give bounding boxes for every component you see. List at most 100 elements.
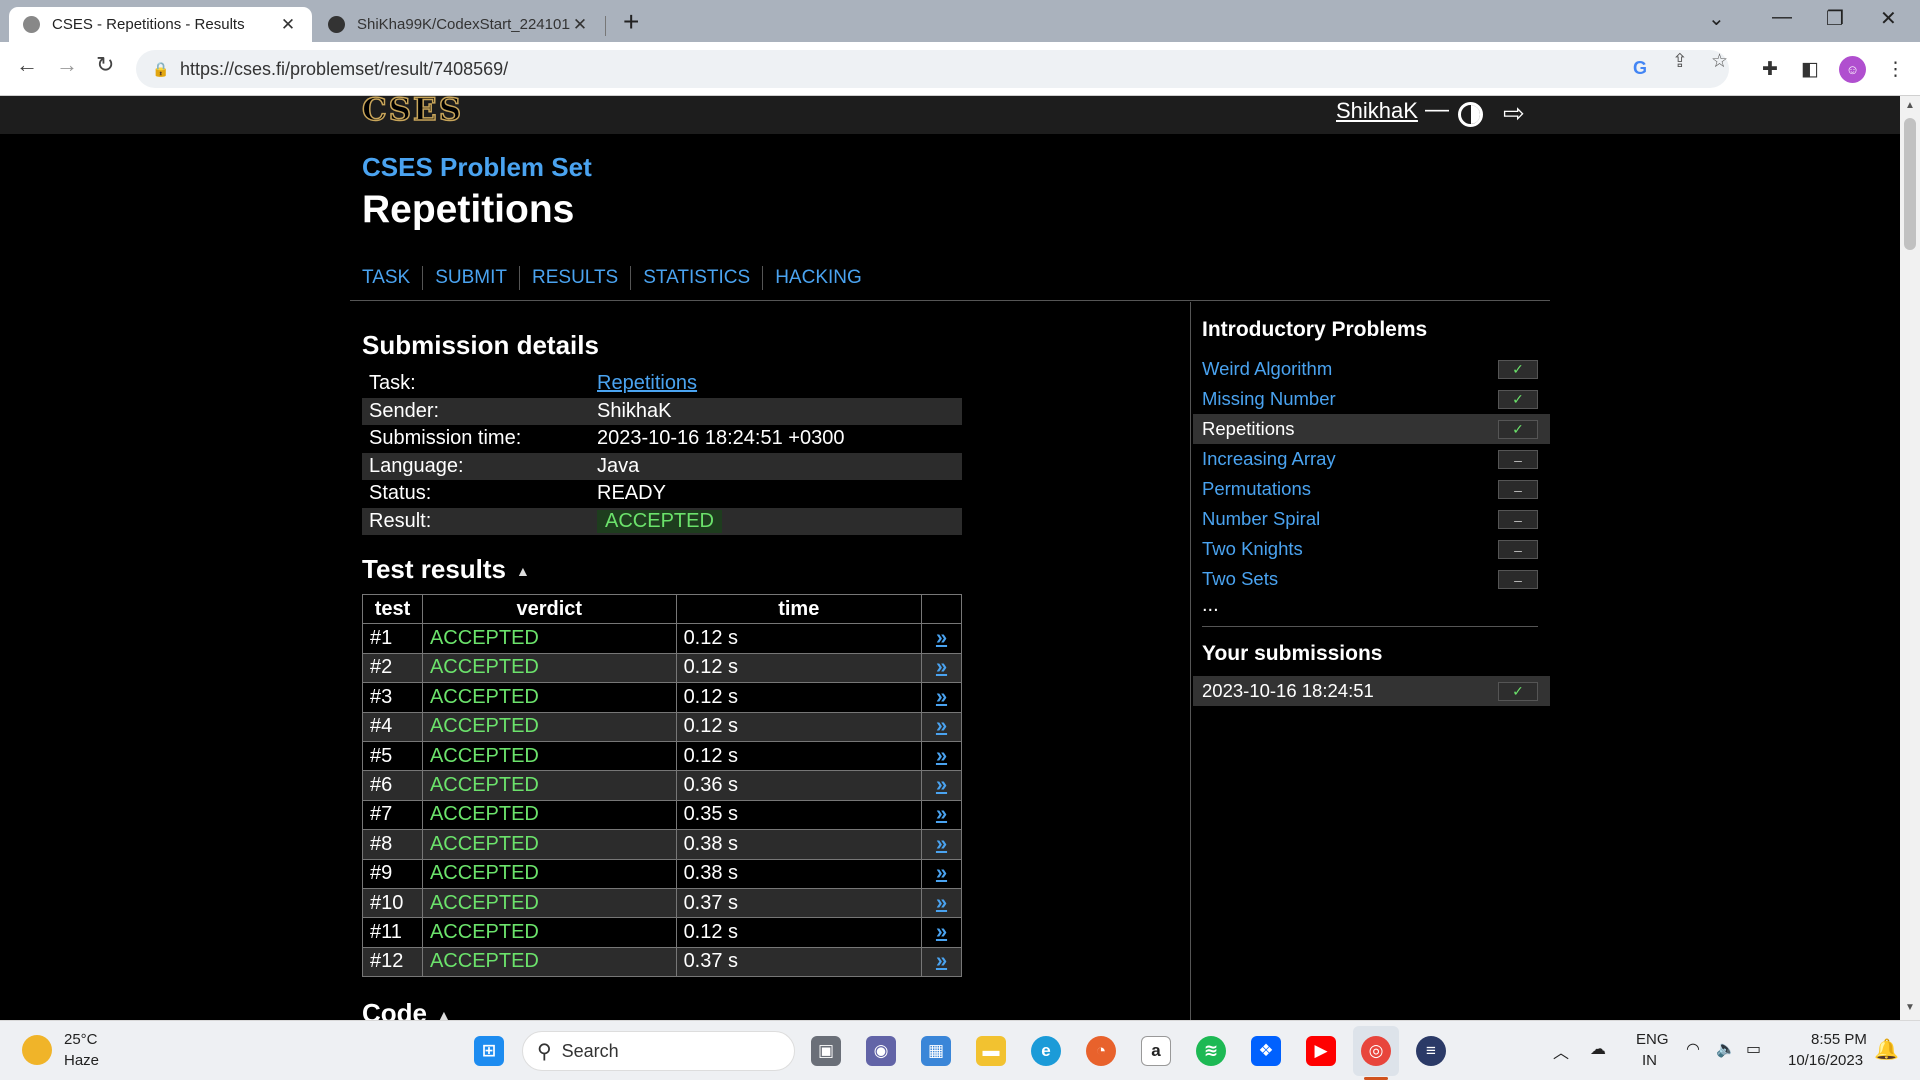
weather-description[interactable]: Haze [64,1052,99,1069]
battery-icon[interactable]: ▭ [1746,1039,1761,1059]
sidebar-divider-line [1202,626,1538,627]
close-window-button[interactable]: ✕ [1880,6,1897,31]
collapse-caret-icon[interactable]: ▲ [516,563,530,579]
share-icon[interactable]: ⇪ [1672,50,1688,73]
nav-submit[interactable]: SUBMIT [423,266,520,290]
dropbox-icon[interactable]: ❖ [1251,1036,1281,1066]
bookmark-star-icon[interactable]: ☆ [1711,50,1728,73]
scrollbar-thumb[interactable] [1904,118,1916,250]
youtube-icon[interactable]: ▶ [1306,1036,1336,1066]
new-tab-button[interactable]: + [623,6,639,38]
site-title[interactable]: CSES Problem Set [362,152,592,183]
test-verdict: ACCEPTED [421,946,677,978]
sidebar-problem-item[interactable]: Increasing Array – [1193,444,1550,474]
task-link[interactable]: Repetitions [597,372,697,394]
view-test-button[interactable]: » [921,740,962,772]
tab-cses-results[interactable]: CSES - Repetitions - Results ✕ [9,7,312,42]
test-verdict: ACCEPTED [421,917,677,948]
table-row: #5 ACCEPTED 0.12 s» [362,740,962,772]
sidebar-problem-item[interactable]: Missing Number ✓ [1193,384,1550,414]
microsoft-store-icon[interactable]: ▦ [921,1036,951,1066]
chrome-icon[interactable]: ◎ [1361,1036,1391,1066]
weather-temperature[interactable]: 25°C [64,1031,98,1048]
amazon-icon[interactable]: a [1141,1036,1171,1066]
check-icon: ✓ [1498,360,1538,379]
scroll-up-icon[interactable]: ▲ [1905,100,1915,111]
code-heading[interactable]: Code ▲ [362,998,451,1020]
user-link[interactable]: ShikhaK [1336,98,1418,124]
cses-logo[interactable]: CSES [361,96,463,129]
view-test-button[interactable]: » [921,682,962,713]
firefox-icon[interactable]: ◔ [1086,1036,1116,1066]
nav-hacking[interactable]: HACKING [763,266,874,290]
sidebar-problem-item[interactable]: Number Spiral – [1193,504,1550,534]
clock-date[interactable]: 10/16/2023 [1788,1052,1863,1069]
volume-icon[interactable]: 🔈 [1716,1039,1736,1059]
tab-close-icon[interactable]: ✕ [570,15,590,35]
reload-icon[interactable]: ↻ [96,52,114,78]
view-test-button[interactable]: » [921,946,962,978]
show-hidden-icons-chevron-icon[interactable]: ︿ [1553,1039,1569,1063]
test-results-heading[interactable]: Test results ▲ [362,554,530,585]
language-region[interactable]: IN [1642,1052,1657,1069]
edge-browser-icon[interactable]: e [1031,1036,1061,1066]
eclipse-icon[interactable]: ≡ [1416,1036,1446,1066]
page-scrollbar[interactable]: ▲ ▼ [1900,96,1920,1020]
taskbar-search[interactable]: ⚲ Search [522,1031,795,1071]
task-view-icon[interactable]: ▣ [811,1036,841,1066]
extensions-puzzle-icon[interactable]: ✚ [1762,58,1778,81]
restore-button[interactable]: ❐ [1826,6,1844,31]
view-test-button[interactable]: » [921,770,962,801]
tab-close-icon[interactable]: ✕ [278,15,298,35]
sidebar-problem-item[interactable]: Two Sets – [1193,564,1550,594]
table-row: #11 ACCEPTED 0.12 s» [362,917,962,948]
address-bar[interactable]: 🔒 https://cses.fi/problemset/result/7408… [136,50,1729,88]
weather-haze-icon[interactable] [22,1035,52,1065]
scroll-down-icon[interactable]: ▼ [1905,1002,1915,1013]
detail-row: Submission time: 2023-10-16 18:24:51 +03… [362,425,962,453]
language-indicator[interactable]: ENG [1636,1031,1669,1048]
forward-arrow-icon[interactable]: → [56,52,78,78]
view-test-button[interactable]: » [921,623,962,654]
back-arrow-icon[interactable]: ← [16,52,38,78]
clock-time[interactable]: 8:55 PM [1811,1031,1867,1048]
profile-avatar[interactable]: ☺ [1839,56,1866,83]
lock-icon: 🔒 [152,60,170,77]
collapse-caret-icon[interactable]: ▲ [437,1007,451,1020]
view-test-button[interactable]: » [921,711,962,742]
wifi-icon[interactable]: ◠ [1686,1039,1700,1059]
teams-chat-icon[interactable]: ◉ [866,1036,896,1066]
view-test-button[interactable]: » [921,887,962,919]
table-row: #2 ACCEPTED 0.12 s» [362,652,962,684]
nav-results[interactable]: RESULTS [520,266,632,290]
nav-statistics[interactable]: STATISTICS [631,266,764,290]
file-explorer-icon[interactable]: ▬ [976,1036,1006,1066]
sidebar-problem-item[interactable]: Repetitions ✓ [1193,414,1550,444]
view-test-button[interactable]: » [921,829,962,860]
view-test-button[interactable]: » [921,652,962,684]
sidebar-problem-item[interactable]: Two Knights – [1193,534,1550,564]
view-test-button[interactable]: » [921,799,962,831]
test-number: #12 [362,946,423,978]
logout-icon[interactable]: ⇨ [1503,98,1525,129]
side-panel-icon[interactable]: ◧ [1801,58,1819,81]
test-number: #5 [362,740,423,772]
start-windows-icon[interactable]: ⊞ [474,1036,504,1066]
google-lens-icon[interactable]: G [1633,58,1647,79]
tab-github[interactable]: ShiKha99K/CodexStart_2241011… ✕ [314,7,604,42]
spotify-icon[interactable]: ≋ [1196,1036,1226,1066]
dark-mode-toggle-icon[interactable] [1458,102,1483,127]
tab-search-dropdown-icon[interactable]: ⌄ [1708,6,1725,31]
browser-menu-icon[interactable]: ⋮ [1886,58,1905,81]
view-test-button[interactable]: » [921,858,962,889]
sidebar-problem-item[interactable]: Permutations – [1193,474,1550,504]
notification-bell-icon[interactable]: 🔔 [1874,1037,1899,1062]
onedrive-icon[interactable]: ☁ [1590,1039,1606,1059]
check-icon: ✓ [1498,420,1538,439]
more-problems-link[interactable]: ... [1202,594,1219,617]
sidebar-problem-item[interactable]: Weird Algorithm ✓ [1193,354,1550,384]
view-test-button[interactable]: » [921,917,962,948]
minimize-button[interactable]: — [1772,6,1792,29]
nav-task[interactable]: TASK [362,266,424,290]
submission-item[interactable]: 2023-10-16 18:24:51 ✓ [1193,676,1550,706]
